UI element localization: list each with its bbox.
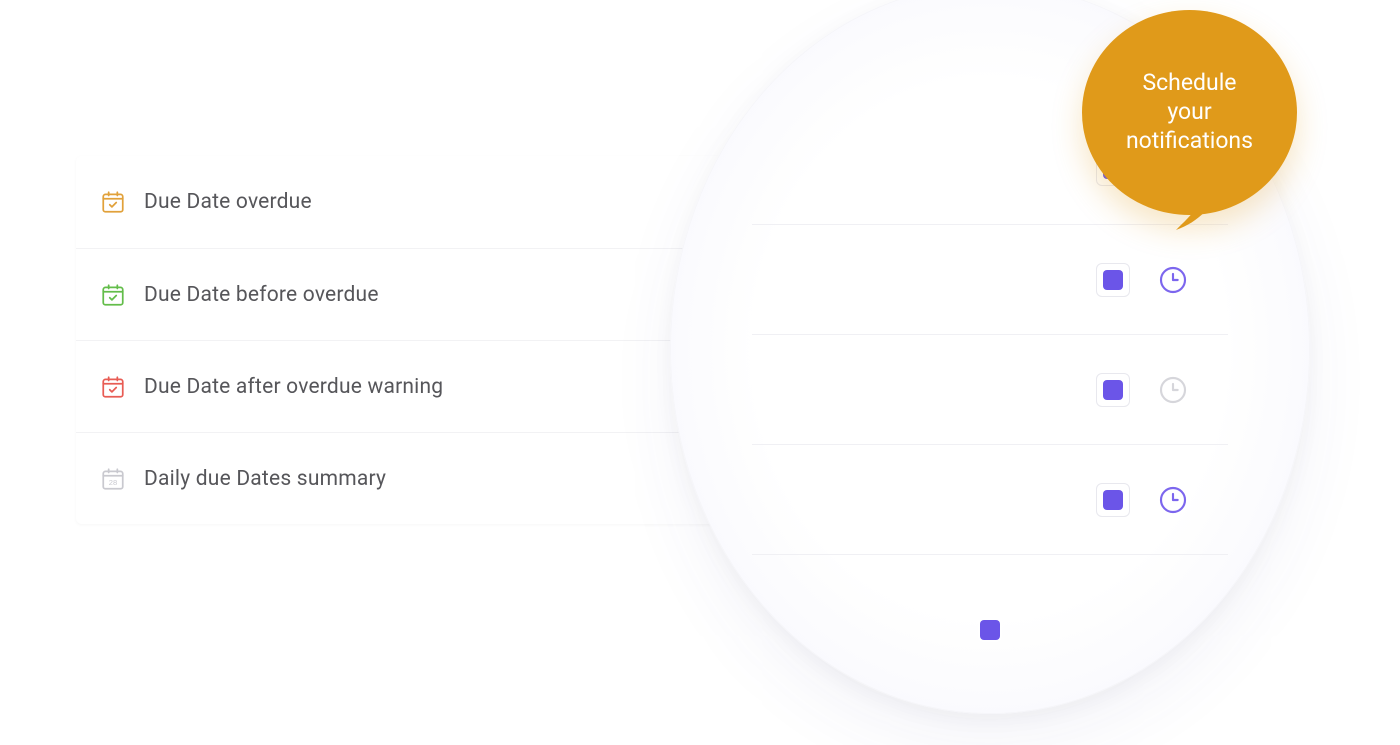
magnifier-lens — [670, 0, 1310, 714]
settings-row-label: Due Date after overdue warning — [144, 375, 443, 399]
zoom-row — [752, 224, 1228, 334]
notification-toggle-checkbox[interactable] — [1096, 263, 1130, 297]
calendar-check-icon — [100, 282, 126, 308]
schedule-clock-icon[interactable] — [1156, 263, 1190, 297]
zoom-row — [752, 114, 1228, 224]
settings-row-label: Due Date overdue — [144, 190, 312, 214]
zoom-row-tail — [752, 554, 1228, 704]
settings-row-label: Due Date before overdue — [144, 283, 379, 307]
notification-toggle-checkbox[interactable] — [978, 618, 1002, 642]
settings-row-daily-due-dates-summary[interactable]: 28 Daily due Dates summary — [76, 432, 736, 524]
lens-content — [752, 114, 1228, 704]
zoom-row — [752, 444, 1228, 554]
callout-line: Schedule — [1126, 69, 1253, 98]
calendar-check-icon — [100, 189, 126, 215]
settings-row-due-date-overdue[interactable]: Due Date overdue — [76, 156, 736, 248]
schedule-clock-icon[interactable] — [1156, 483, 1190, 517]
notification-toggle-checkbox[interactable] — [1096, 373, 1130, 407]
notification-toggle-checkbox[interactable] — [1096, 152, 1130, 186]
lens-circle — [670, 0, 1310, 714]
svg-text:28: 28 — [109, 477, 117, 486]
stage: Due Date overdue Due Date before overdue — [0, 0, 1400, 745]
schedule-clock-icon[interactable] — [1156, 373, 1190, 407]
settings-row-due-date-before-overdue[interactable]: Due Date before overdue — [76, 248, 736, 340]
schedule-clock-icon[interactable] — [1156, 152, 1190, 186]
notification-toggle-checkbox[interactable] — [1096, 483, 1130, 517]
settings-row-label: Daily due Dates summary — [144, 467, 386, 491]
calendar-28-icon: 28 — [100, 466, 126, 492]
calendar-check-icon — [100, 374, 126, 400]
settings-list: Due Date overdue Due Date before overdue — [76, 156, 736, 524]
zoom-row — [752, 334, 1228, 444]
settings-row-due-date-after-overdue-warning[interactable]: Due Date after overdue warning — [76, 340, 736, 432]
